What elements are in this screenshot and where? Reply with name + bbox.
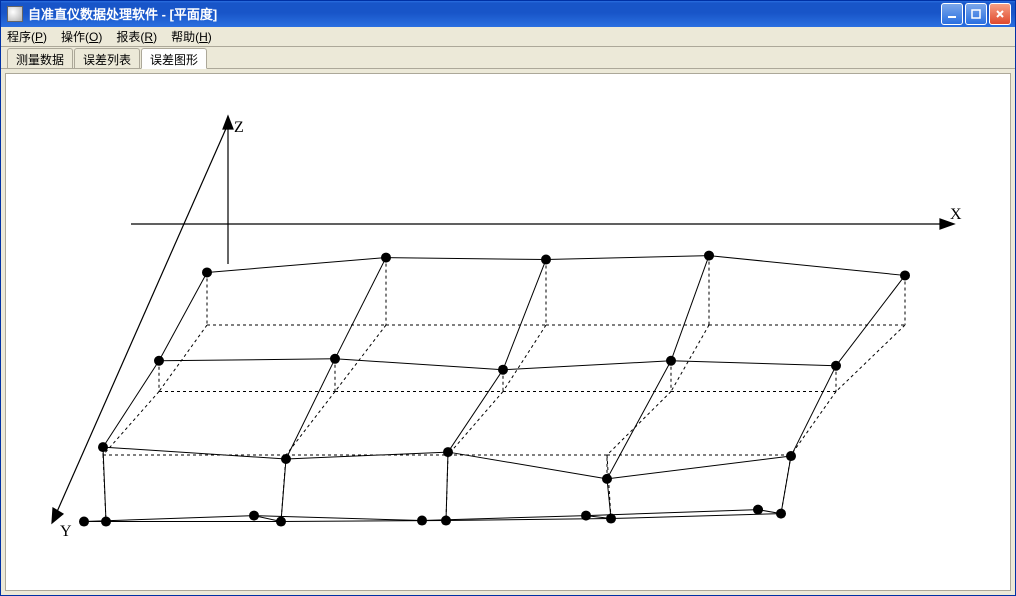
app-icon xyxy=(7,6,23,22)
app-window: 自准直仪数据处理软件 - [平面度] 程序(P) 操作(O) 报表(R) 帮助(… xyxy=(0,0,1016,596)
tab-error-graph[interactable]: 误差图形 xyxy=(141,48,207,69)
chart-area: Z X Y xyxy=(5,73,1011,591)
menu-report[interactable]: 报表(R) xyxy=(116,28,157,45)
axis-y-label: Y xyxy=(60,523,72,540)
tab-measure-data[interactable]: 测量数据 xyxy=(7,48,73,68)
menu-bar: 程序(P) 操作(O) 报表(R) 帮助(H) xyxy=(1,27,1015,47)
maximize-button[interactable] xyxy=(965,3,987,25)
axis-x-label: X xyxy=(950,206,962,223)
window-title: 自准直仪数据处理软件 - [平面度] xyxy=(28,4,941,23)
tab-error-list[interactable]: 误差列表 xyxy=(74,48,140,68)
axis-z-label: Z xyxy=(234,119,244,136)
flatness-3d-chart: Z X Y xyxy=(6,74,1010,590)
tab-strip: 测量数据 误差列表 误差图形 xyxy=(1,47,1015,69)
close-button[interactable] xyxy=(989,3,1011,25)
menu-operate[interactable]: 操作(O) xyxy=(61,28,102,45)
window-buttons xyxy=(941,3,1011,25)
menu-help[interactable]: 帮助(H) xyxy=(171,28,212,45)
title-bar: 自准直仪数据处理软件 - [平面度] xyxy=(1,1,1015,27)
minimize-button[interactable] xyxy=(941,3,963,25)
menu-program[interactable]: 程序(P) xyxy=(7,28,47,45)
